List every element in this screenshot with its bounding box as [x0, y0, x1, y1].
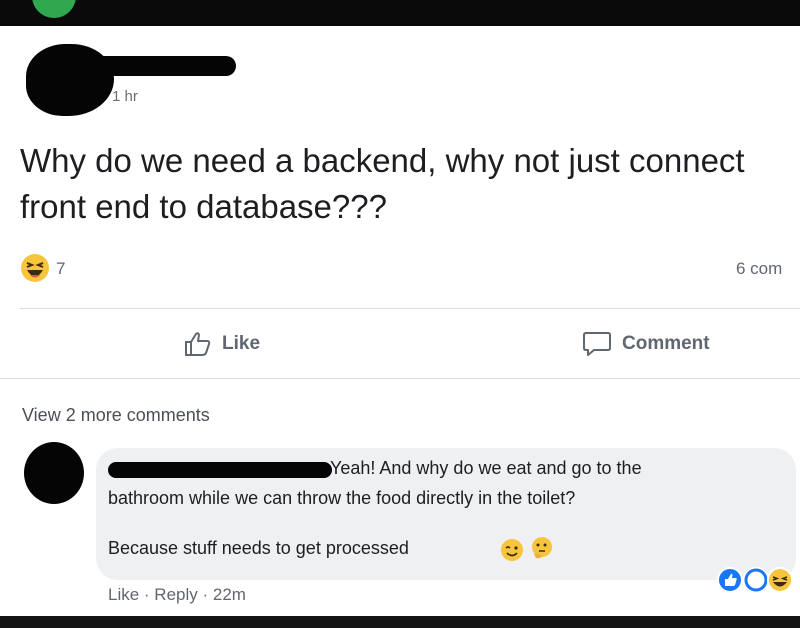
redacted-author-name[interactable] [92, 56, 236, 76]
like-button[interactable]: Like [184, 326, 260, 362]
app-status-icon [32, 0, 76, 18]
comment-time[interactable]: 22m [213, 585, 246, 604]
separator: · [139, 585, 155, 604]
haha-emoji-icon[interactable] [20, 253, 50, 283]
top-status-bar [0, 0, 800, 26]
comment-reply-link[interactable]: Reply [154, 585, 197, 604]
redacted-commenter-avatar[interactable] [24, 442, 84, 504]
comment-button[interactable]: Comment [582, 326, 710, 362]
comment-label: Comment [622, 333, 710, 354]
post-body-text: Why do we need a backend, why not just c… [20, 142, 745, 225]
redacted-commenter-name[interactable] [108, 462, 332, 478]
comment-like-link[interactable]: Like [108, 585, 139, 604]
divider-bottom [0, 378, 800, 379]
thinking-emoji-icon [532, 537, 552, 559]
comment-count[interactable]: 6 com [736, 259, 782, 279]
like-label: Like [222, 333, 261, 354]
separator: · [197, 585, 213, 604]
wink-emoji-icon [501, 539, 523, 561]
comment-actions: Like · Reply · 22m [108, 585, 246, 605]
comment-text-line-3: Because stuff needs to get processed [108, 538, 409, 558]
thumbs-up-icon [185, 332, 211, 356]
divider-top [20, 308, 800, 309]
comment-text-line-2: bathroom while we can throw the food dir… [108, 488, 576, 508]
reaction-count[interactable]: 7 [56, 259, 65, 279]
view-more-comments-link[interactable]: View 2 more comments [22, 405, 210, 426]
comment-reactions-icon[interactable] [716, 566, 800, 594]
bottom-bar [0, 616, 800, 628]
post-timestamp[interactable]: 1 hr [112, 88, 138, 105]
speech-bubble-icon [583, 332, 611, 356]
comment-text-line-1: Yeah! And why do we eat and go to the [330, 458, 642, 478]
